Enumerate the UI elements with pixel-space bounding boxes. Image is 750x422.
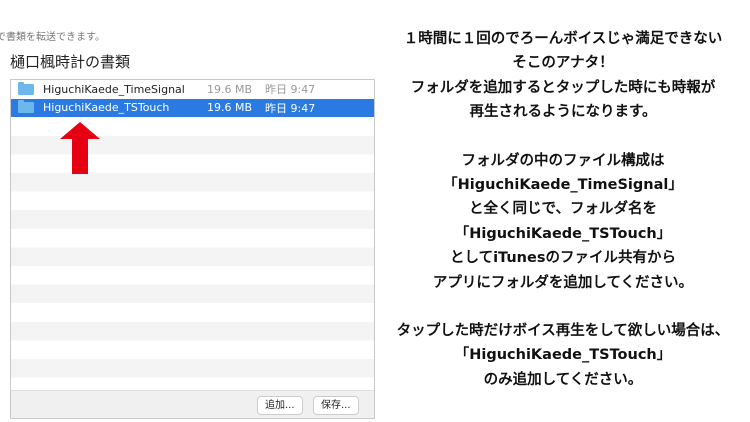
explanation-line: と全く同じで、フォルダ名を: [469, 201, 657, 218]
file-date: 昨日 9:47: [265, 83, 316, 97]
explanation-line: 「HiguchiKaede_TimeSignal」: [443, 177, 683, 194]
red-arrow-up-icon: [60, 122, 100, 174]
folder-icon: [18, 100, 34, 114]
file-date: 昨日 9:47: [265, 101, 316, 115]
file-row[interactable]: HiguchiKaede_TimeSignal 19.6 MB 昨日 9:47: [11, 80, 374, 99]
explanation-line: 再生されるようになります。: [469, 104, 657, 121]
explanation-line: 「HiguchiKaede_TSTouch」: [454, 225, 672, 242]
documents-title: 樋口楓時計の書類: [10, 53, 131, 71]
add-button[interactable]: 追加...: [257, 396, 303, 415]
explanation-line: のみ追加してください。: [483, 371, 643, 388]
explanation-line: フォルダの中のファイル構成は: [461, 152, 665, 169]
explanation-line: アプリにフォルダを追加してください。: [432, 274, 694, 291]
list-footer: 追加... 保存...: [11, 390, 374, 418]
explanation-line: フォルダを追加するとタップした時にも時報が: [410, 79, 716, 96]
explanation-text: １時間に１回のでろーんボイスじゃ満足できない そこのアナタ！ フォルダを追加する…: [372, 27, 750, 392]
explanation-line: そこのアナタ！: [512, 55, 614, 72]
explanation-line: １時間に１回のでろーんボイスじゃ満足できない: [403, 31, 723, 47]
folder-icon: [18, 81, 34, 95]
explanation-line: としてiTunesのファイル共有から: [450, 250, 676, 267]
file-name: HiguchiKaede_TSTouch: [43, 101, 170, 115]
file-size: 19.6 MB: [207, 101, 253, 115]
instruction-text: で書類を転送できます。: [0, 32, 105, 43]
explanation-line: タップした時だけボイス再生をして欲しい場合は、: [396, 323, 730, 340]
file-size: 19.6 MB: [207, 82, 253, 96]
file-row-selected[interactable]: HiguchiKaede_TSTouch 19.6 MB 昨日 9:47: [11, 98, 374, 118]
save-button[interactable]: 保存...: [313, 396, 359, 415]
explanation-line: 「HiguchiKaede_TSTouch」: [454, 347, 672, 364]
file-name: HiguchiKaede_TimeSignal: [43, 82, 185, 96]
